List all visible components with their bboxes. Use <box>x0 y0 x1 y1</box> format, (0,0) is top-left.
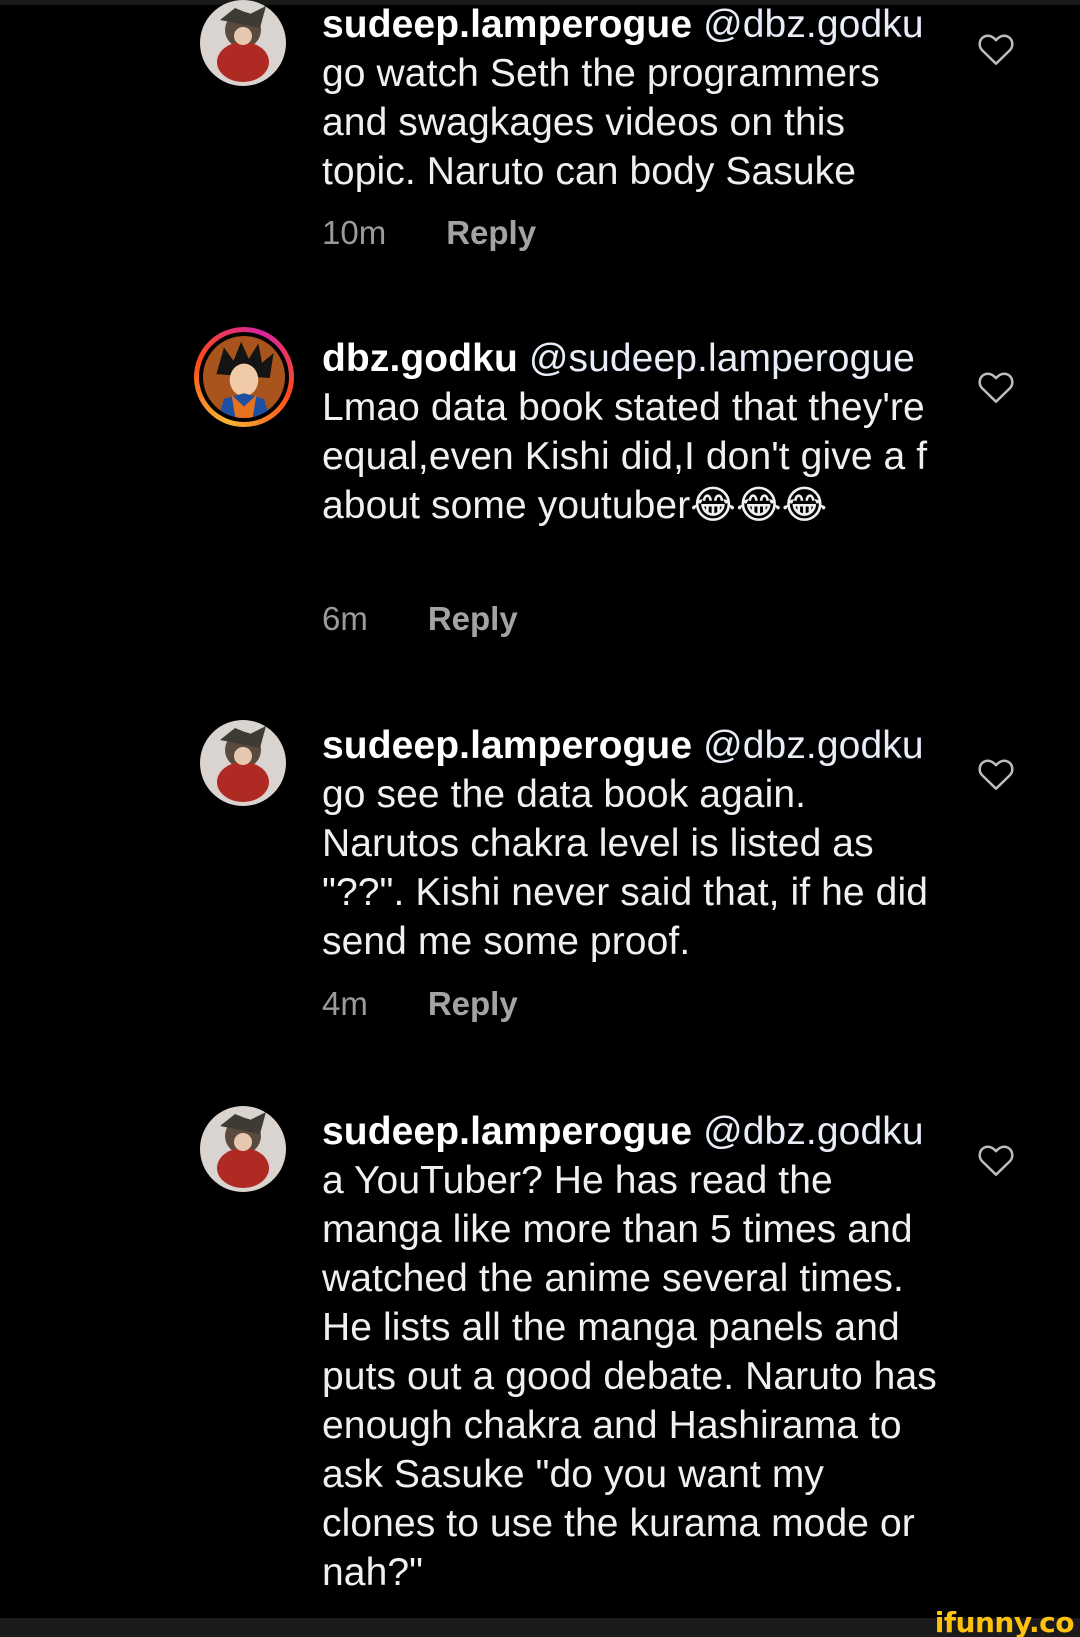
footer-bar <box>0 1618 1080 1637</box>
comment-mention[interactable]: @dbz.godku <box>703 724 924 767</box>
goku-avatar-icon <box>203 336 285 418</box>
reply-button[interactable]: Reply <box>428 985 518 1023</box>
comments-screen: sudeep.lamperogue @dbz.godku go watch Se… <box>0 0 1080 1637</box>
watermark-logo: ifunny.co <box>934 1606 1075 1637</box>
comment-body: sudeep.lamperogue @dbz.godku go see the … <box>322 721 942 966</box>
like-heart-icon[interactable] <box>977 370 1015 404</box>
like-heart-icon[interactable] <box>977 757 1015 791</box>
reply-button[interactable]: Reply <box>446 214 536 252</box>
comment-username[interactable]: sudeep.lamperogue <box>322 1110 692 1153</box>
comment-text: go watch Seth the programmers and swagka… <box>322 52 880 193</box>
like-heart-icon[interactable] <box>977 1143 1015 1177</box>
like-heart-icon[interactable] <box>977 32 1015 66</box>
comment-time: 4m <box>322 985 368 1022</box>
comment-time: 6m <box>322 600 368 637</box>
comment-username[interactable]: sudeep.lamperogue <box>322 724 692 767</box>
reply-button[interactable]: Reply <box>428 600 518 638</box>
user-avatar[interactable] <box>200 0 286 86</box>
user-avatar[interactable] <box>200 720 286 806</box>
comment-text: Lmao data book stated that they're equal… <box>322 386 928 527</box>
comment-text: a YouTuber? He has read the manga like m… <box>322 1159 937 1594</box>
comment-meta: 6m Reply <box>322 600 518 638</box>
comment-meta: 4m Reply <box>322 985 518 1023</box>
comment-body: sudeep.lamperogue @dbz.godku go watch Se… <box>322 0 942 196</box>
comment-mention[interactable]: @sudeep.lamperogue <box>529 337 915 380</box>
comment-mention[interactable]: @dbz.godku <box>703 1110 924 1153</box>
anime-character-avatar-icon <box>200 1106 286 1192</box>
comment-time: 10m <box>322 214 387 251</box>
comment-username[interactable]: dbz.godku <box>322 337 518 380</box>
comment-mention[interactable]: @dbz.godku <box>703 3 924 46</box>
comment-username[interactable]: sudeep.lamperogue <box>322 3 692 46</box>
comment-meta: 10m Reply <box>322 214 536 252</box>
anime-character-avatar-icon <box>200 720 286 806</box>
user-avatar[interactable] <box>194 327 294 427</box>
anime-character-avatar-icon <box>200 0 286 86</box>
comment-body: sudeep.lamperogue @dbz.godku a YouTuber?… <box>322 1107 942 1597</box>
user-avatar[interactable] <box>200 1106 286 1192</box>
comment-body: dbz.godku @sudeep.lamperogue Lmao data b… <box>322 334 942 530</box>
comment-text: go see the data book again. Narutos chak… <box>322 773 928 963</box>
